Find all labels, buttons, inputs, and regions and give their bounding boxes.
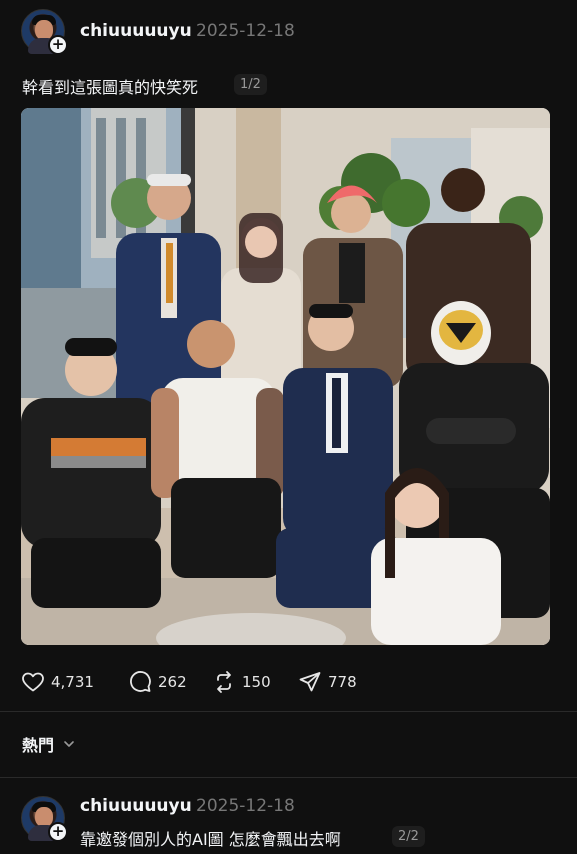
repost-button[interactable]: 150: [212, 668, 271, 696]
chevron-down-icon: [64, 741, 74, 747]
share-count: 778: [328, 673, 357, 691]
group-photo-image: [21, 108, 550, 645]
post-pager: 1/2: [234, 74, 267, 95]
plus-icon[interactable]: +: [48, 822, 68, 842]
heart-icon: [22, 672, 44, 692]
username[interactable]: chiuuuuuyu: [80, 796, 192, 816]
username[interactable]: chiuuuuuyu: [80, 21, 192, 41]
like-button[interactable]: 4,731: [21, 668, 94, 696]
post-date: 2025-12-18: [196, 21, 295, 41]
like-count: 4,731: [51, 673, 94, 691]
post-pager: 2/2: [392, 826, 425, 847]
sort-dropdown[interactable]: 熱門: [22, 732, 76, 756]
share-button[interactable]: 778: [298, 668, 357, 696]
post-text: 靠邀發個別人的AI圖 怎麼會飄出去啊: [80, 830, 341, 849]
sort-label: 熱門: [22, 736, 55, 755]
comment-count: 262: [158, 673, 187, 691]
post-text: 幹看到這張圖真的快笑死: [22, 78, 199, 97]
repost-count: 150: [242, 673, 271, 691]
post-date: 2025-12-18: [196, 796, 295, 816]
repost-icon: [217, 671, 231, 693]
divider: [0, 711, 577, 712]
comment-button[interactable]: 262: [128, 668, 187, 696]
share-icon: [299, 672, 321, 692]
divider: [0, 777, 577, 778]
comment-icon: [130, 671, 151, 692]
post-photo[interactable]: [21, 108, 550, 645]
plus-icon[interactable]: +: [48, 35, 68, 55]
